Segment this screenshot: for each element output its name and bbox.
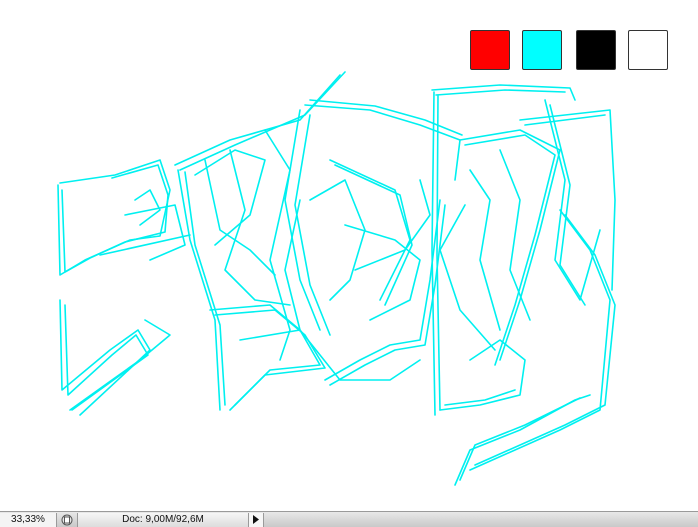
color-swatch-cyan[interactable]	[522, 30, 562, 70]
document-status-icon[interactable]	[57, 512, 78, 527]
doc-info-text: Doc: 9,00M/92,6M	[78, 512, 249, 527]
color-swatch-red[interactable]	[470, 30, 510, 70]
status-bar-track	[264, 513, 698, 527]
sketch-drawing	[57, 71, 616, 486]
cyan-strokes	[57, 71, 616, 486]
play-triangle-icon[interactable]	[249, 512, 264, 527]
status-bar: 33,33% Doc: 9,00M/92,6M	[0, 511, 698, 527]
drawing-canvas[interactable]	[0, 0, 698, 511]
color-swatch-black[interactable]	[576, 30, 616, 70]
color-swatch-white[interactable]	[628, 30, 668, 70]
zoom-level-field[interactable]: 33,33%	[0, 512, 57, 527]
